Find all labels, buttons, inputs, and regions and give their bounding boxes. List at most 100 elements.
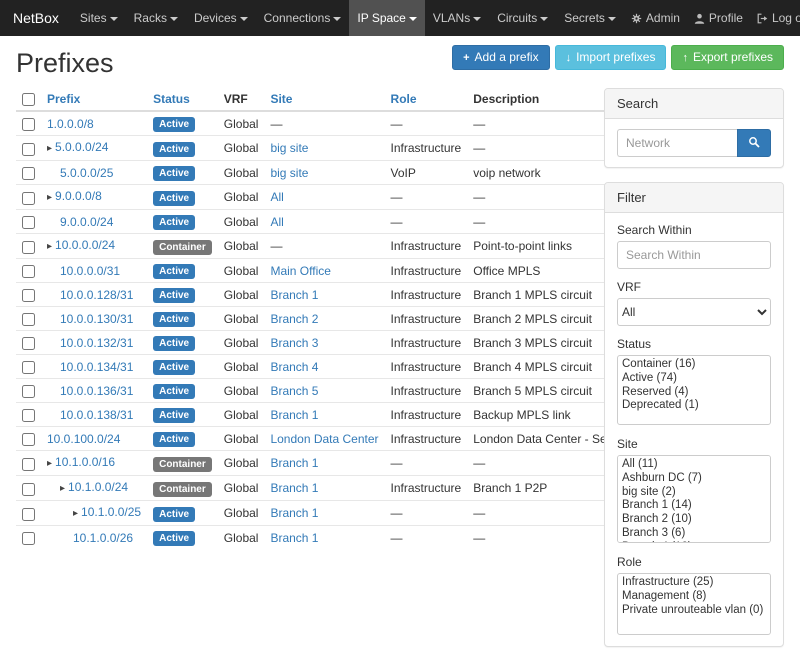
prefix-link[interactable]: 9.0.0.0/24 bbox=[60, 215, 113, 229]
nav-item-log-out[interactable]: Log out bbox=[750, 0, 800, 36]
select-option[interactable]: Infrastructure (25) bbox=[620, 576, 768, 590]
select-option[interactable]: Deprecated (1) bbox=[620, 399, 768, 413]
prefix-link[interactable]: 10.1.0.0/25 bbox=[81, 505, 141, 519]
prefix-link[interactable]: 10.0.0.136/31 bbox=[60, 384, 133, 398]
site-link[interactable]: All bbox=[270, 215, 283, 229]
column-sort-link[interactable]: Site bbox=[270, 92, 292, 106]
row-checkbox[interactable] bbox=[22, 483, 35, 496]
site-link[interactable]: big site bbox=[270, 141, 308, 155]
export-prefixes-button[interactable]: ↑Export prefixes bbox=[671, 45, 784, 70]
prefix-link[interactable]: 10.1.0.0/26 bbox=[73, 531, 133, 545]
site-link[interactable]: Branch 1 bbox=[270, 481, 318, 495]
prefix-link[interactable]: 5.0.0.0/25 bbox=[60, 166, 113, 180]
select-option[interactable]: Branch 3 (6) bbox=[620, 527, 768, 541]
row-checkbox[interactable] bbox=[22, 532, 35, 545]
expand-arrow-icon[interactable]: ▸ bbox=[47, 241, 52, 252]
select-option[interactable]: Private unrouteable vlan (0) bbox=[620, 604, 768, 618]
select-option[interactable]: Branch 2 (10) bbox=[620, 513, 768, 527]
site-link[interactable]: Branch 1 bbox=[270, 456, 318, 470]
select-option[interactable]: All (11) bbox=[620, 458, 768, 472]
row-checkbox[interactable] bbox=[22, 458, 35, 471]
import-prefixes-button[interactable]: ↓Import prefixes bbox=[555, 45, 667, 70]
nav-item-secrets[interactable]: Secrets bbox=[556, 0, 624, 36]
select-option[interactable]: Reserved (4) bbox=[620, 386, 768, 400]
site-link[interactable]: Branch 1 bbox=[270, 288, 318, 302]
row-checkbox[interactable] bbox=[22, 361, 35, 374]
role-select[interactable]: Infrastructure (25)Management (8)Private… bbox=[617, 573, 771, 635]
expand-arrow-icon[interactable]: ▸ bbox=[60, 483, 65, 494]
nav-item-admin[interactable]: Admin bbox=[624, 0, 687, 36]
site-link[interactable]: Main Office bbox=[270, 264, 330, 278]
prefix-link[interactable]: 9.0.0.0/8 bbox=[55, 189, 102, 203]
prefix-link[interactable]: 5.0.0.0/24 bbox=[55, 140, 108, 154]
column-header-status[interactable]: Status bbox=[147, 88, 218, 111]
column-sort-link[interactable]: Prefix bbox=[47, 92, 80, 106]
site-link[interactable]: Branch 4 bbox=[270, 360, 318, 374]
vrf-select[interactable]: All bbox=[617, 298, 771, 326]
column-header-prefix[interactable]: Prefix bbox=[41, 88, 147, 111]
prefix-link[interactable]: 1.0.0.0/8 bbox=[47, 117, 94, 131]
row-checkbox[interactable] bbox=[22, 385, 35, 398]
row-checkbox[interactable] bbox=[22, 508, 35, 521]
site-link[interactable]: Branch 5 bbox=[270, 384, 318, 398]
select-option[interactable]: Ashburn DC (7) bbox=[620, 472, 768, 486]
select-option[interactable]: Branch 4 (12) bbox=[620, 541, 768, 543]
prefix-link[interactable]: 10.1.0.0/24 bbox=[68, 480, 128, 494]
row-checkbox[interactable] bbox=[22, 118, 35, 131]
expand-arrow-icon[interactable]: ▸ bbox=[47, 192, 52, 203]
prefix-link[interactable]: 10.0.0.128/31 bbox=[60, 288, 133, 302]
row-checkbox[interactable] bbox=[22, 167, 35, 180]
prefix-link[interactable]: 10.1.0.0/16 bbox=[55, 455, 115, 469]
toggle-all-checkbox[interactable] bbox=[22, 93, 35, 106]
search-within-input[interactable] bbox=[617, 241, 771, 269]
site-link[interactable]: Branch 3 bbox=[270, 336, 318, 350]
row-checkbox[interactable] bbox=[22, 265, 35, 278]
column-header-site[interactable]: Site bbox=[264, 88, 384, 111]
select-option[interactable]: Management (8) bbox=[620, 590, 768, 604]
prefix-link[interactable]: 10.0.0.132/31 bbox=[60, 336, 133, 350]
site-select[interactable]: All (11)Ashburn DC (7)big site (2)Branch… bbox=[617, 455, 771, 543]
nav-item-ip-space[interactable]: IP Space bbox=[349, 0, 424, 36]
search-input[interactable] bbox=[617, 129, 737, 157]
expand-arrow-icon[interactable]: ▸ bbox=[73, 508, 78, 519]
site-link[interactable]: London Data Center bbox=[270, 432, 378, 446]
site-link[interactable]: Branch 1 bbox=[270, 408, 318, 422]
row-checkbox[interactable] bbox=[22, 192, 35, 205]
column-header-role[interactable]: Role bbox=[385, 88, 468, 111]
expand-arrow-icon[interactable]: ▸ bbox=[47, 458, 52, 469]
status-select[interactable]: Container (16)Active (74)Reserved (4)Dep… bbox=[617, 355, 771, 425]
nav-item-vlans[interactable]: VLANs bbox=[425, 0, 489, 36]
site-link[interactable]: Branch 2 bbox=[270, 312, 318, 326]
row-checkbox[interactable] bbox=[22, 313, 35, 326]
site-link[interactable]: Branch 1 bbox=[270, 531, 318, 545]
nav-item-connections[interactable]: Connections bbox=[256, 0, 350, 36]
row-checkbox[interactable] bbox=[22, 289, 35, 302]
search-button[interactable] bbox=[737, 129, 771, 157]
nav-item-racks[interactable]: Racks bbox=[126, 0, 186, 36]
site-link[interactable]: All bbox=[270, 190, 283, 204]
prefix-link[interactable]: 10.0.0.0/24 bbox=[55, 238, 115, 252]
site-link[interactable]: Branch 1 bbox=[270, 506, 318, 520]
column-sort-link[interactable]: Status bbox=[153, 92, 190, 106]
nav-item-devices[interactable]: Devices bbox=[186, 0, 256, 36]
row-checkbox[interactable] bbox=[22, 433, 35, 446]
row-checkbox[interactable] bbox=[22, 337, 35, 350]
row-checkbox[interactable] bbox=[22, 216, 35, 229]
prefix-link[interactable]: 10.0.100.0/24 bbox=[47, 432, 120, 446]
prefix-link[interactable]: 10.0.0.134/31 bbox=[60, 360, 133, 374]
nav-item-profile[interactable]: Profile bbox=[687, 0, 750, 36]
nav-item-sites[interactable]: Sites bbox=[72, 0, 126, 36]
add-a-prefix-button[interactable]: +Add a prefix bbox=[452, 45, 549, 70]
navbar-brand[interactable]: NetBox bbox=[0, 0, 72, 36]
prefix-link[interactable]: 10.0.0.0/31 bbox=[60, 264, 120, 278]
select-option[interactable]: Container (16) bbox=[620, 358, 768, 372]
select-option[interactable]: big site (2) bbox=[620, 486, 768, 500]
select-option[interactable]: Active (74) bbox=[620, 372, 768, 386]
row-checkbox[interactable] bbox=[22, 409, 35, 422]
expand-arrow-icon[interactable]: ▸ bbox=[47, 143, 52, 154]
row-checkbox[interactable] bbox=[22, 241, 35, 254]
nav-item-circuits[interactable]: Circuits bbox=[489, 0, 556, 36]
column-sort-link[interactable]: Role bbox=[391, 92, 417, 106]
select-option[interactable]: Branch 1 (14) bbox=[620, 499, 768, 513]
prefix-link[interactable]: 10.0.0.138/31 bbox=[60, 408, 133, 422]
